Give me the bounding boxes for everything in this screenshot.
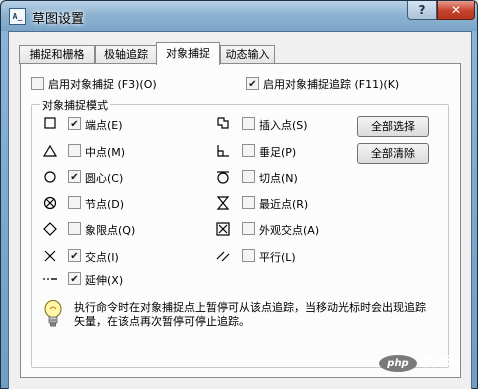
extension-checkbox[interactable] bbox=[68, 272, 81, 285]
nearest-label: 最近点(R) bbox=[259, 198, 309, 211]
apparent-intersection-icon bbox=[215, 221, 231, 237]
node-checkbox[interactable] bbox=[68, 196, 81, 209]
tab-polar-tracking[interactable]: 极轴追踪 bbox=[95, 45, 157, 64]
cross-icon bbox=[42, 248, 58, 264]
parallel-checkbox[interactable] bbox=[242, 249, 255, 262]
midpoint-checkbox[interactable] bbox=[68, 144, 81, 157]
object-snap-panel: 启用对象捕捉 (F3)(O) 启用对象捕捉追踪 (F11)(K) 对象捕捉模式 bbox=[20, 63, 461, 378]
midpoint-label: 中点(M) bbox=[85, 146, 126, 159]
quadrant-label: 象限点(Q) bbox=[85, 224, 136, 237]
intersection-checkbox[interactable] bbox=[68, 249, 81, 262]
extension-label: 延伸(X) bbox=[85, 274, 124, 287]
insertion-label: 插入点(S) bbox=[259, 119, 308, 132]
tab-snap-grid[interactable]: 捕捉和栅格 bbox=[19, 45, 95, 64]
enable-object-snap-label: 启用对象捕捉 (F3)(O) bbox=[48, 78, 157, 91]
tangent-label: 切点(N) bbox=[259, 172, 298, 185]
tip-text: 执行命令时在对象捕捉点上暂停可从该点追踪，当移动光标时会出现追踪矢量，在该点再次… bbox=[74, 301, 426, 328]
quadrant-checkbox[interactable] bbox=[68, 222, 81, 235]
endpoint-label: 端点(E) bbox=[85, 119, 123, 132]
nearest-icon bbox=[215, 195, 231, 211]
endpoint-checkbox[interactable] bbox=[68, 117, 81, 130]
watermark: php 中文网 bbox=[379, 351, 478, 372]
watermark-text: 中文网 bbox=[419, 355, 459, 370]
triangle-icon bbox=[42, 143, 58, 159]
dialog-client: 捕捉和栅格 极轴追踪 对象捕捉 动态输入 启用对象捕捉 (F3)(O) 启用对象… bbox=[8, 31, 472, 389]
perpendicular-icon bbox=[215, 143, 231, 159]
snap-modes-group: 对象捕捉模式 ✔ 端点(E) 中点(M) ✔ 圆心(C) 节点(D) 象限点(Q… bbox=[31, 97, 449, 368]
intersection-label: 交点(I) bbox=[85, 251, 119, 264]
help-button[interactable]: ? bbox=[407, 1, 437, 20]
tab-object-snap[interactable]: 对象捕捉 bbox=[156, 42, 220, 65]
diamond-icon bbox=[42, 221, 58, 237]
app-icon: A̲ bbox=[9, 8, 26, 25]
node-icon bbox=[42, 195, 58, 211]
parallel-label: 平行(L) bbox=[259, 251, 296, 264]
enable-snap-tracking-checkbox[interactable] bbox=[246, 77, 259, 90]
insertion-checkbox[interactable] bbox=[242, 117, 255, 130]
apparent-intersection-label: 外观交点(A) bbox=[259, 224, 320, 237]
select-all-button[interactable]: 全部选择 bbox=[357, 116, 429, 137]
enable-snap-tracking-label: 启用对象捕捉追踪 (F11)(K) bbox=[263, 78, 400, 91]
nearest-checkbox[interactable] bbox=[242, 196, 255, 209]
close-button[interactable]: ✕ bbox=[437, 1, 475, 20]
enable-object-snap-checkbox[interactable] bbox=[31, 77, 44, 90]
insert-icon bbox=[215, 115, 231, 131]
tab-dynamic-input[interactable]: 动态输入 bbox=[220, 45, 275, 64]
parallel-icon bbox=[215, 248, 231, 264]
extension-icon bbox=[42, 271, 58, 287]
perpendicular-checkbox[interactable] bbox=[242, 144, 255, 157]
lightbulb-icon bbox=[42, 299, 64, 329]
watermark-badge: php bbox=[379, 355, 417, 372]
tangent-icon bbox=[215, 169, 231, 185]
window-title: 草图设置 bbox=[32, 12, 85, 27]
title-bar[interactable]: A̲ 草图设置 ? ✕ bbox=[1, 1, 477, 31]
perpendicular-label: 垂足(P) bbox=[259, 146, 297, 159]
circle-icon bbox=[42, 169, 58, 185]
apparent-intersection-checkbox[interactable] bbox=[242, 222, 255, 235]
center-label: 圆心(C) bbox=[85, 172, 124, 185]
clear-all-button[interactable]: 全部清除 bbox=[357, 143, 429, 164]
dialog-window: A̲ 草图设置 ? ✕ 捕捉和栅格 极轴追踪 对象捕捉 动态输入 启用对象捕捉 … bbox=[0, 0, 478, 389]
snap-modes-title: 对象捕捉模式 bbox=[40, 97, 110, 113]
center-checkbox[interactable] bbox=[68, 170, 81, 183]
node-label: 节点(D) bbox=[85, 198, 125, 211]
tangent-checkbox[interactable] bbox=[242, 170, 255, 183]
square-icon bbox=[42, 115, 58, 131]
